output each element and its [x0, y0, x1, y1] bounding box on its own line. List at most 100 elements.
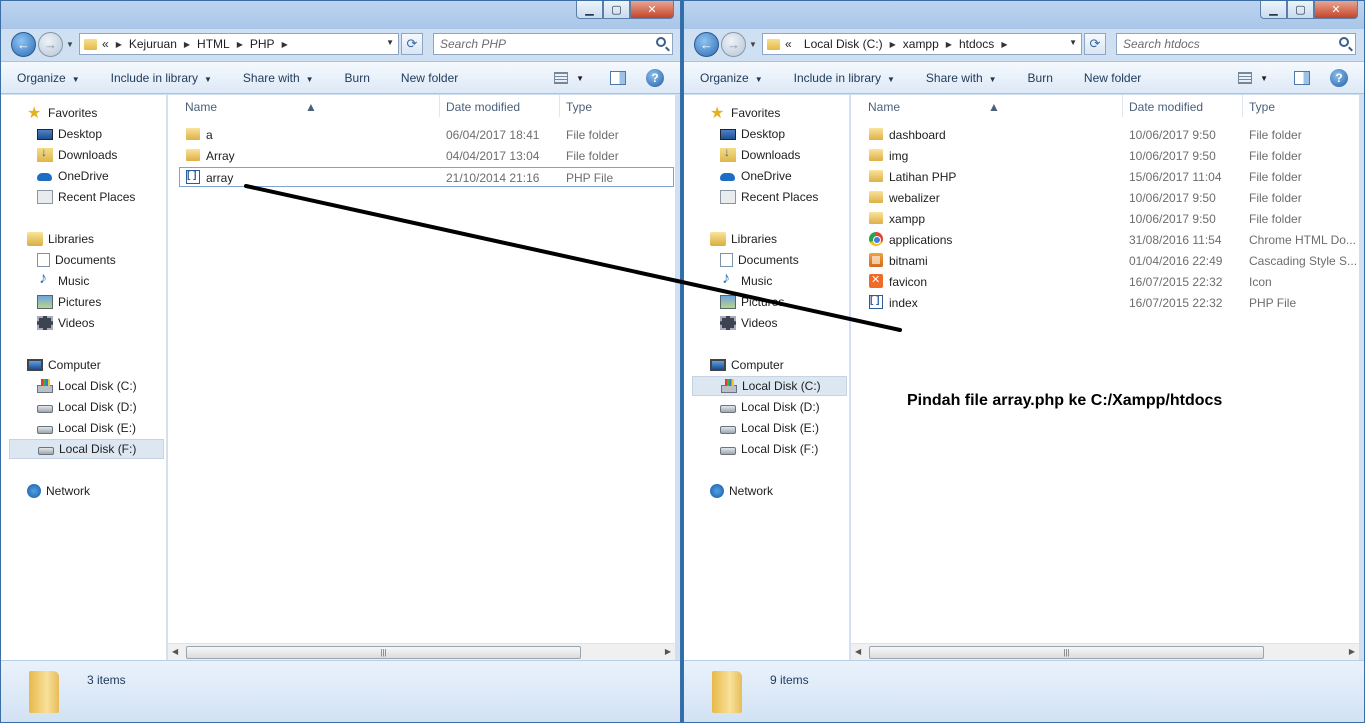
nav-onedrive[interactable]: OneDrive — [9, 166, 164, 186]
nav-disk-c[interactable]: Local Disk (C:) — [9, 376, 164, 396]
nav-disk-e[interactable]: Local Disk (E:) — [9, 418, 164, 438]
address-dropdown-icon[interactable]: ▼ — [386, 38, 394, 47]
column-type[interactable]: Type — [1249, 100, 1275, 114]
file-row[interactable]: index 16/07/2015 22:32 PHP File — [863, 293, 1343, 313]
scroll-right-icon[interactable]: ▶ — [1349, 647, 1355, 656]
share-with-button[interactable]: Share with ▼ — [926, 71, 997, 85]
chevron-right-icon[interactable]: ▶ — [184, 40, 190, 49]
nav-downloads[interactable]: Downloads — [9, 145, 164, 165]
back-button[interactable]: ← — [11, 32, 36, 57]
breadcrumb-php[interactable]: PHP — [250, 37, 275, 51]
file-row[interactable]: Array 04/04/2017 13:04 File folder — [180, 146, 660, 166]
view-options-icon[interactable] — [1238, 72, 1253, 84]
nav-libraries[interactable]: Libraries — [27, 229, 162, 249]
nav-music[interactable]: Music — [9, 270, 164, 291]
recent-pages-dropdown[interactable]: ▼ — [66, 40, 74, 49]
recent-pages-dropdown[interactable]: ▼ — [749, 40, 757, 49]
breadcrumb-overflow[interactable]: « — [102, 37, 109, 51]
file-row[interactable]: xampp 10/06/2017 9:50 File folder — [863, 209, 1343, 229]
include-in-library-button[interactable]: Include in library ▼ — [111, 71, 212, 85]
minimize-button[interactable]: ▁ — [576, 1, 603, 19]
back-button[interactable]: ← — [694, 32, 719, 57]
nav-onedrive[interactable]: OneDrive — [692, 166, 847, 186]
nav-documents[interactable]: Documents — [692, 250, 847, 270]
file-row[interactable]: favicon 16/07/2015 22:32 Icon — [863, 272, 1343, 292]
scrollbar-thumb[interactable]: ||| — [869, 646, 1264, 659]
help-icon[interactable]: ? — [646, 69, 664, 87]
nav-pictures[interactable]: Pictures — [9, 292, 164, 312]
organize-button[interactable]: Organize ▼ — [700, 71, 763, 85]
breadcrumb-html[interactable]: HTML — [197, 37, 230, 51]
chevron-right-icon[interactable]: ▶ — [946, 40, 952, 49]
forward-button[interactable]: → — [38, 32, 63, 57]
scroll-right-icon[interactable]: ▶ — [665, 647, 671, 656]
maximize-button[interactable]: ▢ — [603, 1, 630, 19]
chevron-right-icon[interactable]: ▶ — [282, 40, 288, 49]
nav-libraries[interactable]: Libraries — [710, 229, 845, 249]
breadcrumb-kejuruan[interactable]: Kejuruan — [129, 37, 177, 51]
nav-disk-e[interactable]: Local Disk (E:) — [692, 418, 847, 438]
refresh-button[interactable]: ⟳ — [1084, 33, 1106, 55]
help-icon[interactable]: ? — [1330, 69, 1348, 87]
nav-disk-d[interactable]: Local Disk (D:) — [9, 397, 164, 417]
address-bar[interactable]: « Local Disk (C:) ▶ xampp ▶ htdocs ▶ ▼ — [762, 33, 1082, 55]
search-input[interactable] — [1123, 37, 1323, 51]
chevron-right-icon[interactable]: ▶ — [116, 40, 122, 49]
nav-disk-f[interactable]: Local Disk (F:) — [692, 439, 847, 459]
nav-pictures[interactable]: Pictures — [692, 292, 847, 312]
file-row[interactable]: bitnami 01/04/2016 22:49 Cascading Style S… — [863, 251, 1357, 271]
nav-disk-d[interactable]: Local Disk (D:) — [692, 397, 847, 417]
nav-music[interactable]: Music — [692, 270, 847, 291]
forward-button[interactable]: → — [721, 32, 746, 57]
nav-computer[interactable]: Computer — [710, 355, 845, 375]
file-list[interactable]: ▲ Name Date modified Type a 06/04/2017 18… — [168, 95, 675, 660]
close-button[interactable]: ✕ — [630, 1, 674, 19]
file-row[interactable]: dashboard 10/06/2017 9:50 File folder — [863, 125, 1343, 145]
nav-disk-f[interactable]: Local Disk (F:) — [9, 439, 164, 459]
search-input[interactable] — [440, 37, 640, 51]
refresh-button[interactable]: ⟳ — [401, 33, 423, 55]
search-icon[interactable] — [1339, 37, 1349, 47]
nav-videos[interactable]: Videos — [692, 313, 847, 333]
close-button[interactable]: ✕ — [1314, 1, 1358, 19]
horizontal-scrollbar[interactable]: ◀ ||| ▶ — [851, 643, 1359, 660]
column-name[interactable]: Name — [868, 100, 900, 114]
nav-videos[interactable]: Videos — [9, 313, 164, 333]
search-box[interactable] — [1116, 33, 1356, 55]
horizontal-scrollbar[interactable]: ◀ ||| ▶ — [168, 643, 675, 660]
file-row[interactable]: array 21/10/2014 21:16 PHP File — [179, 167, 674, 187]
scrollbar-thumb[interactable]: ||| — [186, 646, 581, 659]
view-options-icon[interactable] — [554, 72, 569, 84]
breadcrumb-overflow[interactable]: « — [785, 37, 792, 51]
maximize-button[interactable]: ▢ — [1287, 1, 1314, 19]
nav-favorites[interactable]: Favorites — [710, 103, 845, 123]
column-date-modified[interactable]: Date modified — [446, 100, 520, 114]
column-type[interactable]: Type — [566, 100, 592, 114]
chevron-right-icon[interactable]: ▶ — [890, 40, 896, 49]
title-bar[interactable]: ▁ ▢ ✕ — [1, 1, 680, 29]
breadcrumb-xampp[interactable]: xampp — [903, 37, 939, 51]
nav-recent-places[interactable]: Recent Places — [692, 187, 847, 207]
file-row[interactable]: applications 31/08/2016 11:54 Chrome HTML … — [863, 230, 1356, 250]
chevron-right-icon[interactable]: ▶ — [237, 40, 243, 49]
chevron-down-icon[interactable]: ▼ — [576, 74, 584, 83]
nav-desktop[interactable]: Desktop — [9, 124, 164, 144]
chevron-down-icon[interactable]: ▼ — [1260, 74, 1268, 83]
address-bar[interactable]: « ▶ Kejuruan ▶ HTML ▶ PHP ▶ ▼ — [79, 33, 399, 55]
file-row[interactable]: webalizer 10/06/2017 9:50 File folder — [863, 188, 1343, 208]
include-in-library-button[interactable]: Include in library ▼ — [794, 71, 895, 85]
nav-recent-places[interactable]: Recent Places — [9, 187, 164, 207]
burn-button[interactable]: Burn — [345, 71, 370, 85]
nav-downloads[interactable]: Downloads — [692, 145, 847, 165]
breadcrumb-htdocs[interactable]: htdocs — [959, 37, 994, 51]
breadcrumb-local-disk-c[interactable]: Local Disk (C:) — [804, 37, 883, 51]
new-folder-button[interactable]: New folder — [1084, 71, 1141, 85]
search-icon[interactable] — [656, 37, 666, 47]
search-box[interactable] — [433, 33, 673, 55]
preview-pane-icon[interactable] — [1294, 71, 1310, 85]
column-name[interactable]: Name — [185, 100, 217, 114]
preview-pane-icon[interactable] — [610, 71, 626, 85]
nav-desktop[interactable]: Desktop — [692, 124, 847, 144]
organize-button[interactable]: Organize ▼ — [17, 71, 80, 85]
nav-favorites[interactable]: Favorites — [27, 103, 162, 123]
